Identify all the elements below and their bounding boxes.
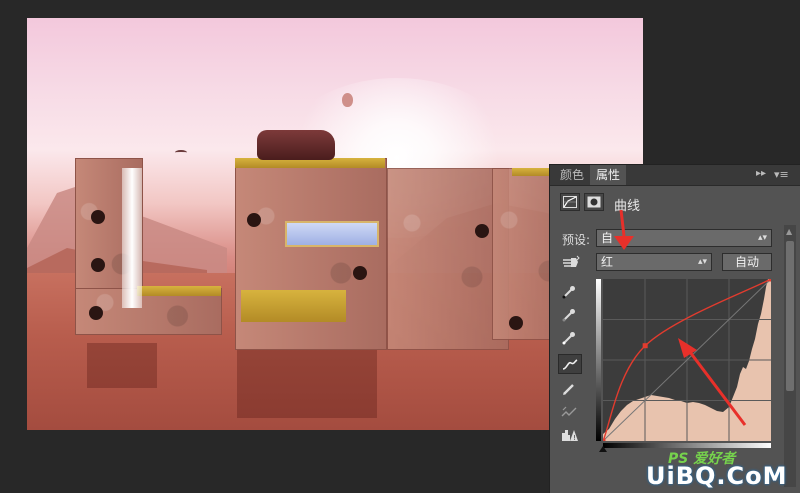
car — [257, 130, 335, 160]
layer-mask-icon[interactable] — [584, 193, 604, 211]
panel-menu-icon[interactable]: ▾≡ — [774, 168, 789, 181]
black-input-slider[interactable] — [599, 446, 607, 452]
preset-value: 自 — [601, 231, 614, 245]
stone-hole — [247, 213, 261, 227]
stone-hole — [89, 306, 103, 320]
double-chevron-right-icon[interactable]: ▸▸ — [756, 168, 766, 179]
stone-hole — [509, 316, 523, 330]
curves-graph-area — [596, 279, 778, 452]
panel-tab-bar: 颜色 属性 ▸▸ ▾≡ — [550, 165, 800, 186]
clipping-warning-icon[interactable]: ! — [558, 425, 582, 445]
channel-select[interactable]: 红 ▴▾ — [596, 253, 712, 271]
black-point-eyedropper-icon[interactable] — [558, 282, 582, 302]
channel-row: 红 ▴▾ 自动 — [550, 251, 800, 275]
preset-select[interactable]: 自 ▴▾ — [596, 229, 772, 247]
curve-plot[interactable] — [603, 279, 771, 441]
adjustment-title: 曲线 — [614, 199, 641, 214]
hot-air-balloon — [342, 93, 353, 107]
stone-hole — [353, 266, 367, 280]
panel-header: 曲线 — [550, 187, 800, 217]
scroll-thumb[interactable] — [786, 241, 794, 391]
targeted-adjustment-hand-icon[interactable] — [561, 254, 581, 273]
gray-point-eyedropper-icon[interactable] — [558, 305, 582, 325]
scroll-up-arrow-icon[interactable]: ▲ — [786, 227, 792, 236]
preset-label: 预设: — [562, 233, 591, 247]
smooth-curve-icon[interactable] — [558, 402, 582, 422]
white-point-eyedropper-icon[interactable] — [558, 328, 582, 348]
watermark-site-text: UiBQ.CoM — [646, 462, 788, 490]
curve-control-point[interactable] — [603, 438, 606, 442]
stone-hole — [475, 224, 489, 238]
stone-letter-y — [387, 168, 509, 350]
curves-graph[interactable] — [603, 279, 771, 441]
letter-shadow — [237, 348, 377, 418]
letter-shadow — [87, 343, 157, 388]
tab-color[interactable]: 颜色 — [554, 165, 590, 185]
pool — [285, 221, 379, 247]
tab-properties[interactable]: 属性 — [590, 165, 627, 185]
curve-control-point[interactable] — [642, 343, 648, 349]
curve-tools: ! — [558, 282, 584, 442]
grass-field — [241, 290, 346, 322]
properties-panel: 颜色 属性 ▸▸ ▾≡ 曲线 预设: 自 ▴▾ 红 ▴▾ 自动 ! ▲ — [549, 164, 800, 493]
channel-value: 红 — [601, 255, 614, 269]
bird — [175, 150, 187, 155]
preset-row: 预设: 自 ▴▾ — [550, 227, 800, 249]
auto-button[interactable]: 自动 — [722, 253, 772, 271]
grass-patch — [137, 286, 221, 296]
waterfall — [122, 168, 142, 308]
up-down-arrows-icon: ▴▾ — [697, 257, 707, 267]
stone-hole — [91, 258, 105, 272]
curve-control-point[interactable] — [768, 279, 772, 282]
curve-edit-icon[interactable] — [558, 354, 582, 374]
output-gradient-bar — [596, 279, 601, 441]
site-watermark: PS 爱好者 UiBQ.CoM — [640, 448, 800, 493]
pencil-icon[interactable] — [558, 379, 582, 399]
up-down-arrows-icon: ▴▾ — [757, 233, 767, 243]
curves-adjustment-icon[interactable] — [560, 193, 580, 211]
stone-hole — [91, 210, 105, 224]
svg-text:!: ! — [573, 434, 576, 442]
